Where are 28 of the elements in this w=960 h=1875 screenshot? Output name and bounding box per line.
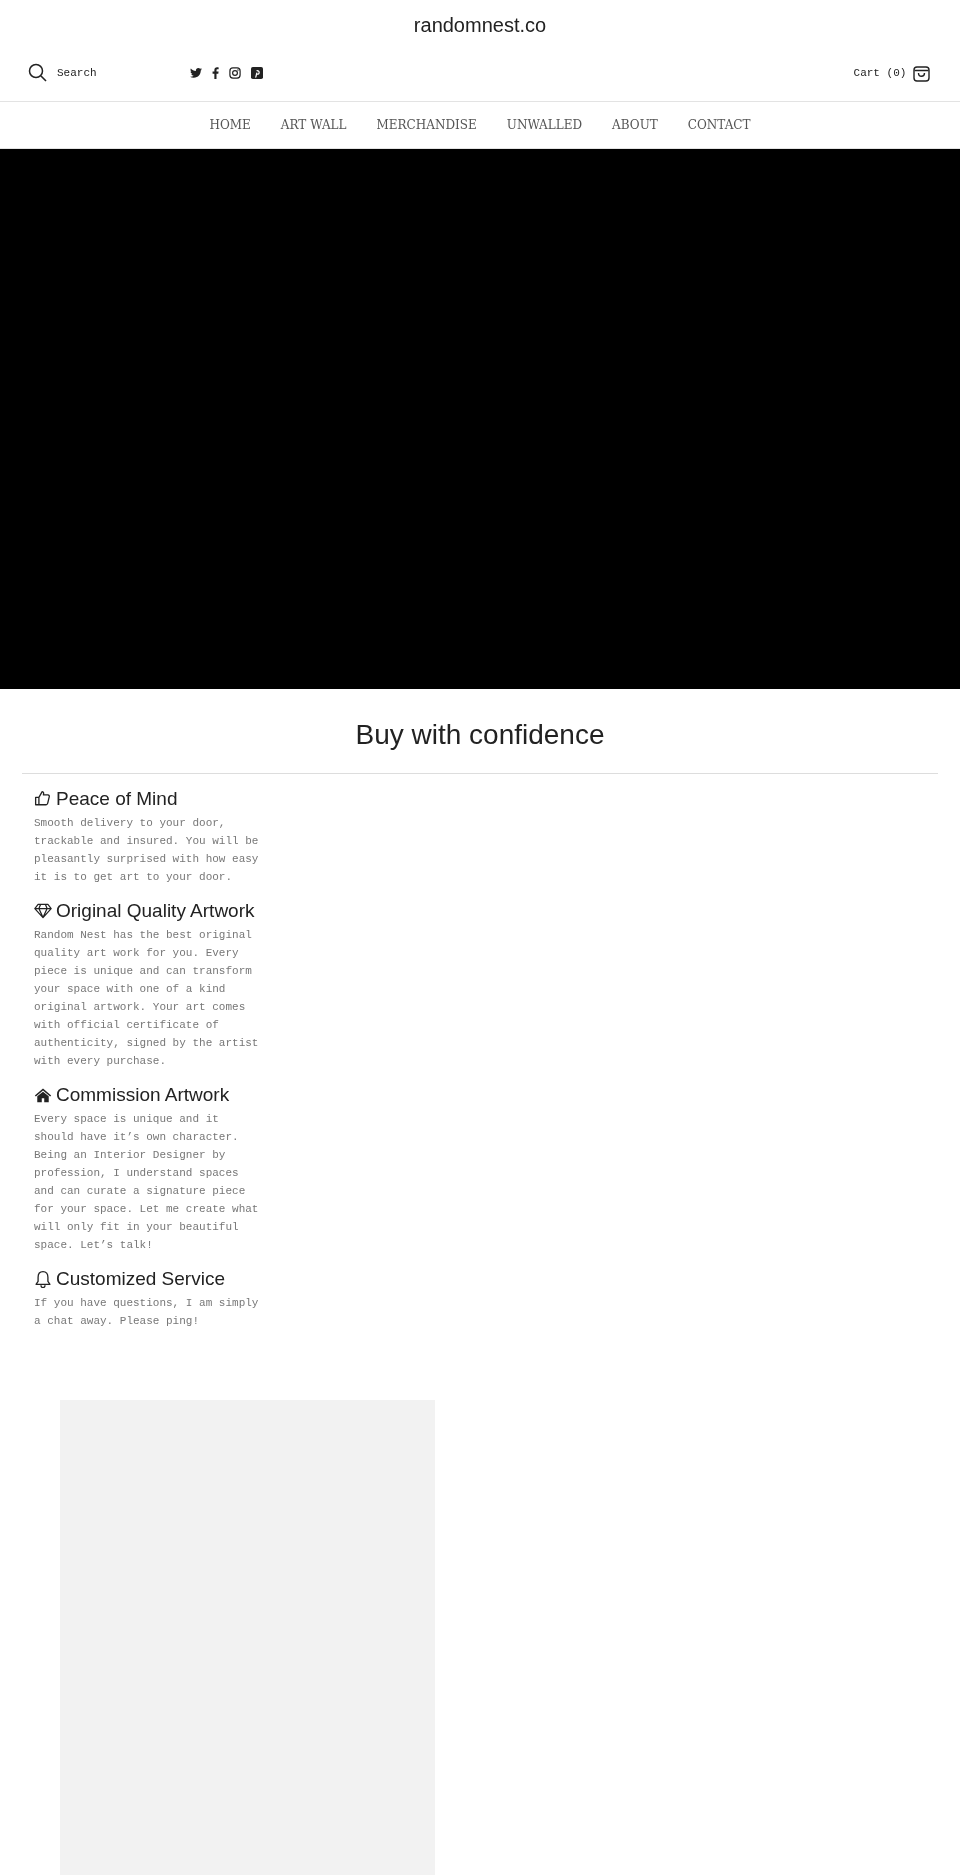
instagram-icon[interactable]: [229, 66, 241, 79]
feature-description: Every space is unique and it should have it’s own character. Being an Interior Designer by profession, I understand spaces and can curate a signature piece for your space. Let me create what will only fit in your beautiful space. Let’s talk!: [34, 1112, 260, 1253]
feature-title: Peace of Mind: [56, 788, 178, 810]
home-icon: [34, 1086, 52, 1104]
diamond-icon: [34, 902, 52, 920]
bell-icon: [34, 1270, 52, 1288]
thumbs-up-icon: [34, 790, 52, 808]
nav-link[interactable]: HOME: [209, 118, 251, 132]
nav-link[interactable]: MERCHANDISE: [376, 118, 477, 132]
facebook-icon[interactable]: [212, 66, 219, 79]
nav-link[interactable]: ABOUT: [612, 118, 658, 132]
cart-link[interactable]: Cart (0): [853, 63, 930, 82]
feature-title: Original Quality Artwork: [56, 900, 255, 922]
section-heading: Buy with confidence: [355, 719, 605, 751]
twitter-icon[interactable]: [190, 67, 202, 78]
search-field[interactable]: Search: [57, 66, 137, 79]
feature-description: Smooth delivery to your door, trackable and insured. You will be pleasantly surprised with how easy it is to get art to your door.: [34, 816, 260, 885]
nav-link[interactable]: CONTACT: [687, 118, 751, 132]
feature-description: Random Nest has the best original quality art work for you. Every piece is unique and can transform your space with one of a kind original artwork. Your art comes with official certificate of authenticity, signed by the artist with every purchase.: [34, 928, 260, 1069]
feature-title: Customized Service: [56, 1268, 225, 1290]
feature-title: Commission Artwork: [56, 1084, 230, 1106]
nav-link[interactable]: ART WALL: [280, 118, 347, 132]
shopping-bag-icon: [913, 63, 930, 82]
site-title[interactable]: randomnest.co: [413, 14, 547, 36]
pinterest-icon[interactable]: [251, 66, 263, 79]
nav-link[interactable]: UNWALLED: [506, 118, 583, 132]
search-icon: [28, 63, 47, 82]
feature-description: If you have questions, I am simply a chat away. Please ping!: [34, 1296, 260, 1329]
